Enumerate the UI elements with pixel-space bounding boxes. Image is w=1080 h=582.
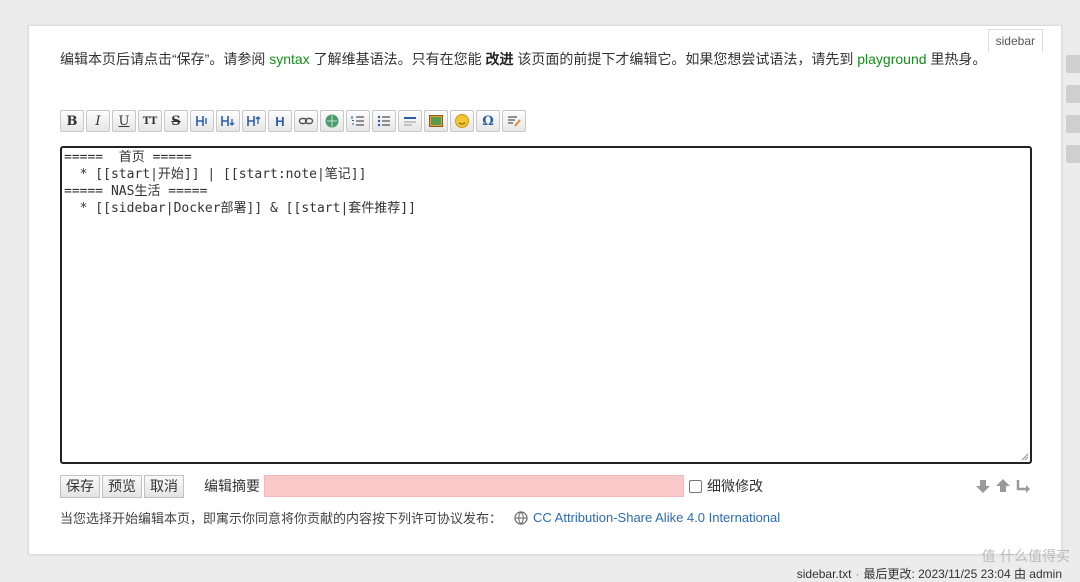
italic-button[interactable]: I <box>86 110 110 132</box>
save-button[interactable]: 保存 <box>60 474 100 498</box>
horizontal-rule-icon <box>404 117 416 126</box>
special-chars-button[interactable]: Ω <box>476 110 500 132</box>
intro-text-2: 了解维基语法。只有在您能 <box>309 51 486 67</box>
editor-size-controls <box>974 477 1032 495</box>
hr-button[interactable] <box>398 110 422 132</box>
license-link[interactable]: CC Attribution-Share Alike 4.0 Internati… <box>533 510 780 525</box>
smiley-button[interactable] <box>450 110 474 132</box>
underline-button[interactable]: U <box>112 110 136 132</box>
signature-button[interactable] <box>502 110 526 132</box>
globe-link-icon <box>325 114 339 128</box>
watermark: 值 什么值得买 <box>981 549 1070 565</box>
strike-button[interactable]: S <box>164 110 188 132</box>
edit-intro-text: 编辑本页后请点击“保存”。请参阅 syntax 了解维基语法。只有在您能 改进 … <box>60 49 1030 69</box>
page-tools-sidebar <box>1066 55 1080 163</box>
heading-lower-button[interactable] <box>216 110 240 132</box>
wrap-toggle-icon[interactable] <box>1014 477 1032 495</box>
page-tool-edit-icon[interactable] <box>1066 55 1080 73</box>
page-footer: sidebar.txt · 最后更改: 2023/11/25 23:04 由 adm… <box>797 565 1062 582</box>
intro-text-3: 该页面的前提下才编辑它。如果您想尝试语法，请先到 <box>513 51 858 67</box>
internal-link-button[interactable] <box>294 110 318 132</box>
summary-input[interactable] <box>264 475 684 497</box>
wiki-text-editor <box>60 146 1032 464</box>
playground-link[interactable]: playground <box>857 51 926 67</box>
heading-same-icon <box>196 116 207 126</box>
bold-icon: B <box>66 113 78 129</box>
minor-edit-toggle[interactable]: 细微修改 <box>689 476 763 496</box>
heading-higher-button[interactable] <box>242 110 266 132</box>
heading-higher-icon <box>247 116 261 126</box>
intro-text-1: 编辑本页后请点击“保存”。请参阅 <box>60 51 270 67</box>
license-notice: 当您选择开始编辑本页，即寓示你同意将你贡献的内容按下列许可协议发布： CC At… <box>60 508 780 527</box>
code-button[interactable]: TT <box>138 110 162 132</box>
license-text: 当您选择开始编辑本页，即寓示你同意将你贡献的内容按下列许可协议发布： <box>60 511 503 526</box>
ordered-list-icon <box>351 116 364 126</box>
summary-label: 编辑摘要 <box>204 478 260 494</box>
monospace-icon: TT <box>142 115 158 127</box>
heading-menu-icon: H <box>275 113 285 129</box>
resize-grip-icon[interactable] <box>1021 453 1029 461</box>
editor-toolbar: B I U TT S H Ω <box>60 110 526 132</box>
unordered-list-icon <box>377 115 390 127</box>
signature-icon <box>508 116 521 127</box>
page-tool-top-icon[interactable] <box>1066 145 1080 163</box>
edit-controls: 保存 预览 取消 编辑摘要 细微修改 <box>60 474 1032 498</box>
arrow-down-icon[interactable] <box>974 477 992 495</box>
bold-button[interactable]: B <box>60 110 84 132</box>
ordered-list-button[interactable] <box>346 110 370 132</box>
minor-edit-checkbox[interactable] <box>689 479 702 493</box>
footer-file-name: sidebar.txt <box>796 567 852 581</box>
minor-edit-label: 细微修改 <box>707 478 763 494</box>
heading-same-button[interactable] <box>190 110 214 132</box>
intro-bold: 改进 <box>485 51 514 67</box>
syntax-link[interactable]: syntax <box>269 51 309 67</box>
image-icon <box>429 115 443 127</box>
preview-button[interactable]: 预览 <box>102 474 142 498</box>
heading-menu-button[interactable]: H <box>268 110 292 132</box>
strikethrough-icon: S <box>171 113 181 129</box>
omega-icon: Ω <box>482 113 494 129</box>
page-tool-revisions-icon[interactable] <box>1066 85 1080 103</box>
italic-icon: I <box>95 113 101 129</box>
footer-last-modified: 最后更改: 2023/11/25 23:04 由 admin <box>863 567 1062 581</box>
unordered-list-button[interactable] <box>372 110 396 132</box>
cancel-button[interactable]: 取消 <box>144 474 184 498</box>
globe-icon <box>514 510 528 525</box>
heading-lower-icon <box>221 116 235 126</box>
intro-text-4: 里热身。 <box>926 51 987 67</box>
edit-panel: sidebar 编辑本页后请点击“保存”。请参阅 syntax 了解维基语法。只… <box>28 25 1062 555</box>
arrow-up-icon[interactable] <box>994 477 1012 495</box>
footer-separator: · <box>855 567 860 581</box>
wiki-text-area[interactable] <box>64 149 1028 461</box>
page-tool-backlinks-icon[interactable] <box>1066 115 1080 133</box>
smiley-icon <box>455 114 469 128</box>
media-button[interactable] <box>424 110 448 132</box>
underline-icon: U <box>118 113 130 129</box>
link-icon <box>298 117 314 125</box>
external-link-button[interactable] <box>320 110 344 132</box>
